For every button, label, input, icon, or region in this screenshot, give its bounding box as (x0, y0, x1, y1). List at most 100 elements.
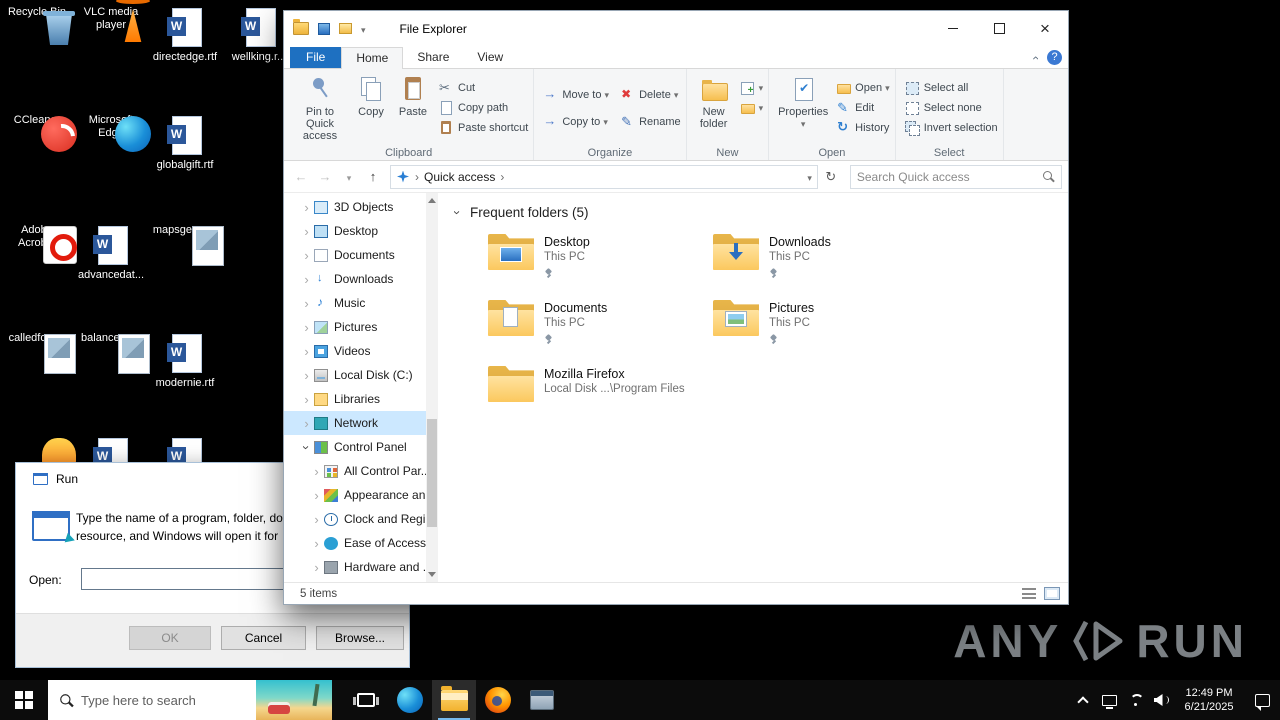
sidebar-item-3d-objects[interactable]: 3D Objects (284, 195, 426, 219)
desktop-icon-ccleaner[interactable]: CCleaner (2, 114, 72, 127)
select-none-button[interactable]: Select none (904, 98, 998, 118)
properties-button[interactable]: Properties (774, 72, 832, 132)
desktop-icon-modernie[interactable]: modernie.rtf (150, 332, 220, 390)
taskbar-edge-button[interactable] (388, 680, 432, 720)
sidebar-item-all-control-panel-items[interactable]: All Control Par... (284, 459, 426, 483)
sidebar-item-documents[interactable]: Documents (284, 243, 426, 267)
chevron-right-icon[interactable] (310, 512, 323, 527)
taskbar-firefox-button[interactable] (476, 680, 520, 720)
desktop-icon-vlc[interactable]: VLC media player (76, 6, 146, 32)
close-button[interactable] (1022, 11, 1068, 46)
qat-properties-icon[interactable] (318, 22, 330, 35)
sidebar-item-hardware-sound[interactable]: Hardware and ... (284, 555, 426, 579)
edit-button[interactable]: Edit (835, 98, 890, 118)
refresh-icon[interactable] (820, 169, 842, 185)
new-item-button[interactable] (739, 78, 764, 98)
move-to-button[interactable]: Move to (542, 81, 609, 108)
action-center-button[interactable] (1244, 680, 1280, 720)
copy-to-button[interactable]: Copy to (542, 108, 609, 135)
folder-tile-desktop[interactable]: Desktop This PC (488, 234, 713, 290)
chevron-right-icon[interactable] (300, 224, 313, 239)
forward-icon[interactable] (314, 169, 336, 184)
back-icon[interactable] (290, 169, 312, 184)
folder-tile-documents[interactable]: Documents This PC (488, 300, 713, 356)
rename-button[interactable]: Rename (619, 108, 681, 135)
hidden-icons-button[interactable] (1070, 680, 1096, 720)
maximize-button[interactable] (976, 11, 1022, 46)
sidebar-item-music[interactable]: Music (284, 291, 426, 315)
folder-tile-pictures[interactable]: Pictures This PC (713, 300, 938, 356)
scroll-down-icon[interactable] (428, 572, 436, 577)
scroll-up-icon[interactable] (428, 198, 436, 203)
help-icon[interactable] (1047, 50, 1062, 65)
up-icon[interactable] (362, 169, 384, 184)
nav-scrollbar[interactable] (426, 193, 438, 582)
folder-tile-downloads[interactable]: Downloads This PC (713, 234, 938, 290)
chevron-right-icon[interactable] (310, 560, 323, 575)
taskbar-search[interactable]: Type here to search (48, 680, 332, 720)
task-view-button[interactable] (344, 680, 388, 720)
easy-access-button[interactable] (739, 98, 764, 118)
minimize-button[interactable] (930, 11, 976, 46)
chevron-right-icon[interactable] (300, 296, 313, 311)
chevron-right-icon[interactable] (300, 272, 313, 287)
desktop-icon-mapsgeorg[interactable]: mapsgeorg... (150, 224, 220, 237)
taskbar-app-window-button[interactable] (520, 680, 564, 720)
tab-home[interactable]: Home (341, 47, 404, 69)
desktop-icon-recycle-bin[interactable]: Recycle Bin (2, 6, 72, 19)
start-button[interactable] (0, 680, 48, 720)
scrollbar-thumb[interactable] (427, 419, 437, 527)
chevron-right-icon[interactable] (310, 464, 323, 479)
chevron-right-icon[interactable] (300, 368, 313, 383)
sidebar-item-local-disk-c[interactable]: Local Disk (C:) (284, 363, 426, 387)
chevron-right-icon[interactable] (300, 392, 313, 407)
sidebar-item-appearance[interactable]: Appearance an... (284, 483, 426, 507)
display-tray-button[interactable] (1096, 680, 1122, 720)
sidebar-item-ease-of-access[interactable]: Ease of Access (284, 531, 426, 555)
chevron-right-icon[interactable] (300, 344, 313, 359)
tab-file[interactable]: File (290, 47, 342, 68)
history-button[interactable]: History (835, 118, 890, 138)
tab-view[interactable]: View (463, 47, 517, 68)
desktop-icon-calledforu[interactable]: calledforu... (2, 332, 72, 345)
chevron-right-icon[interactable] (300, 248, 313, 263)
search-box[interactable] (849, 164, 1062, 189)
sidebar-item-control-panel[interactable]: Control Panel (284, 435, 426, 459)
chevron-right-icon[interactable] (300, 320, 313, 335)
breadcrumb-location[interactable]: Quick access (424, 170, 495, 184)
chevron-right-icon[interactable] (310, 536, 323, 551)
search-input[interactable] (856, 169, 1042, 184)
chevron-right-icon[interactable] (300, 200, 313, 215)
delete-button[interactable]: Delete (619, 81, 681, 108)
chevron-down-icon[interactable] (299, 441, 314, 454)
ok-button[interactable]: OK (129, 626, 211, 650)
cut-button[interactable]: Cut (438, 78, 528, 98)
select-all-button[interactable]: Select all (904, 78, 998, 98)
taskbar-file-explorer-button[interactable] (432, 680, 476, 720)
paste-button[interactable]: Paste (391, 72, 435, 120)
sidebar-item-network[interactable]: Network (284, 411, 426, 435)
sidebar-item-pictures[interactable]: Pictures (284, 315, 426, 339)
sidebar-item-desktop[interactable]: Desktop (284, 219, 426, 243)
sidebar-item-downloads[interactable]: Downloads (284, 267, 426, 291)
copy-button[interactable]: Copy (351, 72, 391, 120)
sidebar-item-videos[interactable]: Videos (284, 339, 426, 363)
network-tray-button[interactable] (1122, 680, 1148, 720)
recent-locations-dropdown-icon[interactable] (338, 169, 360, 184)
copy-path-button[interactable]: Copy path (438, 98, 528, 118)
large-icons-view-icon[interactable] (1044, 587, 1060, 600)
sidebar-item-libraries[interactable]: Libraries (284, 387, 426, 411)
frequent-folders-header[interactable]: Frequent folders (5) (438, 193, 1068, 220)
desktop-icon-globalgift[interactable]: globalgift.rtf (150, 114, 220, 172)
search-highlight-image[interactable] (256, 680, 332, 720)
desktop-icon-edge[interactable]: Microsoft Edge (76, 114, 146, 140)
address-box[interactable]: Quick access (390, 164, 818, 189)
breadcrumb-separator-icon[interactable] (495, 170, 509, 184)
desktop-icon-balanceun[interactable]: balanceun... (76, 332, 146, 345)
chevron-right-icon[interactable] (310, 488, 323, 503)
details-view-icon[interactable] (1022, 588, 1036, 599)
volume-tray-button[interactable] (1148, 680, 1174, 720)
invert-selection-button[interactable]: Invert selection (904, 118, 998, 138)
desktop-icon-directedge[interactable]: directedge.rtf (150, 6, 220, 64)
pin-to-quick-access-button[interactable]: Pin to Quick access (289, 72, 351, 144)
